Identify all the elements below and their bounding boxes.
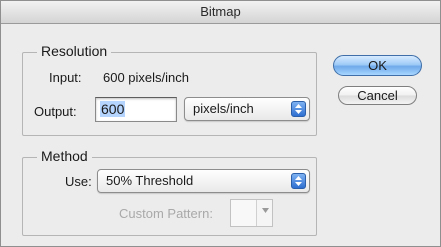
resolution-group: Resolution bbox=[22, 43, 317, 136]
output-resolution-field[interactable]: 600 bbox=[95, 97, 177, 122]
method-selected: 50% Threshold bbox=[106, 173, 194, 188]
resolution-unit-select[interactable]: pixels/inch bbox=[184, 97, 310, 121]
bitmap-dialog: Bitmap Resolution Input: 600 pixels/inch… bbox=[0, 0, 441, 247]
output-resolution-label: Output: bbox=[34, 104, 77, 119]
ok-button[interactable]: OK bbox=[333, 55, 422, 76]
chevron-down-icon bbox=[262, 208, 269, 213]
cancel-button[interactable]: Cancel bbox=[338, 86, 417, 105]
stepper-arrows-icon bbox=[291, 101, 306, 117]
input-resolution-value: 600 pixels/inch bbox=[103, 70, 189, 85]
output-resolution-value: 600 bbox=[100, 101, 126, 117]
custom-pattern-label: Custom Pattern: bbox=[119, 206, 213, 221]
use-label: Use: bbox=[65, 174, 92, 189]
method-select[interactable]: 50% Threshold bbox=[97, 169, 310, 193]
stepper-arrows-icon bbox=[291, 173, 306, 189]
resolution-unit-selected: pixels/inch bbox=[193, 101, 254, 116]
method-group-title: Method bbox=[37, 148, 92, 164]
resolution-group-title: Resolution bbox=[37, 43, 112, 59]
input-resolution-label: Input: bbox=[49, 70, 82, 85]
pattern-swatch bbox=[231, 200, 257, 226]
custom-pattern-picker bbox=[230, 199, 273, 227]
window-title: Bitmap bbox=[1, 1, 440, 24]
